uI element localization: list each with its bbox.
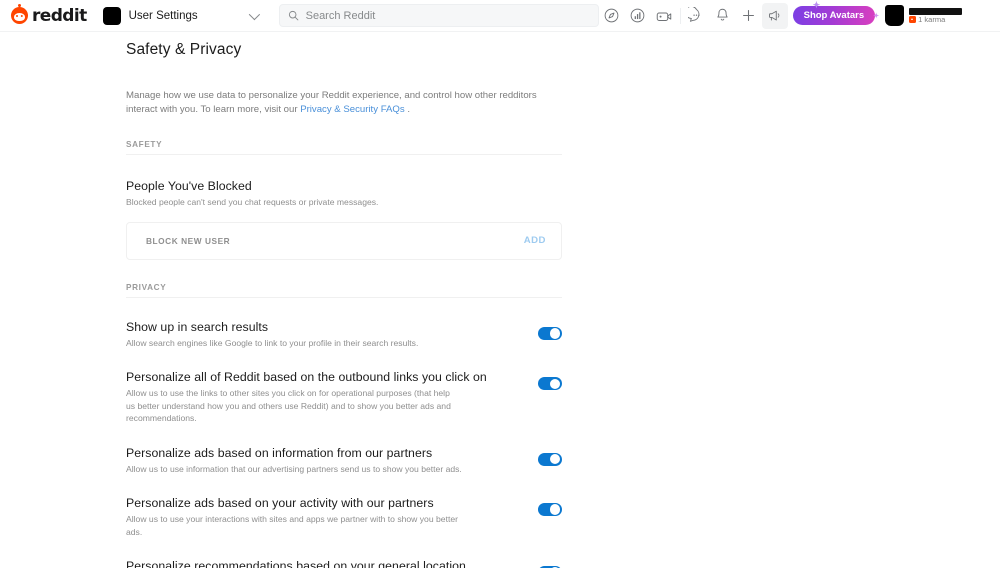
user-settings-selector[interactable]: User Settings: [102, 3, 263, 29]
header-icon-group: ✦ Shop Avatars ✦ 1 karma: [599, 1, 1000, 29]
avatar: [102, 6, 121, 25]
toggle-ads-partner-activity[interactable]: [538, 503, 562, 517]
setting-row-ads-partner-info: Personalize ads based on information fro…: [126, 446, 562, 475]
header-divider: [679, 7, 681, 24]
setting-subtitle: Allow us to use the links to other sites…: [126, 388, 451, 424]
user-meta: 1 karma: [909, 7, 963, 24]
setting-row-search-results: Show up in search results Allow search e…: [126, 320, 562, 349]
setting-texts: Personalize ads based on your activity w…: [126, 496, 538, 538]
chevron-down-icon: [248, 8, 260, 20]
setting-row-outbound-links: Personalize all of Reddit based on the o…: [126, 370, 562, 424]
privacy-security-faqs-link[interactable]: Privacy & Security FAQs: [300, 104, 405, 115]
setting-row-ads-partner-activity: Personalize ads based on your activity w…: [126, 496, 562, 538]
karma-badge-icon: [909, 16, 917, 23]
karma-count: 1 karma: [918, 14, 946, 24]
page-title: Safety & Privacy: [126, 41, 242, 58]
section-heading-safety: SAFETY: [126, 140, 562, 156]
setting-subtitle: Allow us to use information that our adv…: [126, 463, 462, 474]
page-description: Manage how we use data to personalize yo…: [126, 89, 562, 117]
setting-texts: Personalize ads based on information fro…: [126, 446, 538, 475]
setting-texts: Personalize all of Reddit based on the o…: [126, 370, 538, 424]
explore-compass-icon[interactable]: [599, 3, 625, 29]
reddit-snoo-icon: [11, 3, 28, 24]
page-description-suffix: .: [404, 104, 411, 116]
shop-avatars-button[interactable]: ✦ Shop Avatars ✦: [792, 1, 880, 25]
games-tv-icon[interactable]: [651, 3, 677, 29]
avatar: [885, 5, 905, 26]
setting-title: Show up in search results: [126, 319, 269, 334]
section-heading-privacy: PRIVACY: [126, 283, 562, 298]
people-youve-blocked-block: People You've Blocked Blocked people can…: [126, 179, 562, 260]
setting-texts: Show up in search results Allow search e…: [126, 320, 538, 349]
blocked-subtitle: Blocked people can't send you chat reque…: [126, 197, 379, 208]
search-icon: [288, 10, 298, 21]
popular-chart-icon[interactable]: [625, 3, 651, 29]
create-plus-icon[interactable]: [736, 3, 762, 29]
search-input[interactable]: Search Reddit: [278, 4, 599, 27]
toggle-outbound-links[interactable]: [538, 377, 562, 391]
reddit-wordmark: reddit: [32, 5, 87, 26]
settings-column: Safety & Privacy Manage how we use data …: [126, 41, 562, 568]
top-navigation-bar: reddit User Settings Search Reddit ✦ Sho…: [0, 0, 1000, 32]
setting-subtitle: Allow search engines like Google to link…: [126, 337, 419, 348]
user-settings-label: User Settings: [128, 9, 198, 22]
toggle-ads-partner-info[interactable]: [538, 452, 562, 466]
karma-row: 1 karma: [909, 14, 962, 24]
shop-avatars-label: Shop Avatars: [803, 10, 865, 21]
user-account-menu[interactable]: 1 karma: [883, 3, 1000, 29]
setting-title: Personalize recommendations based on you…: [126, 559, 466, 568]
reddit-home-logo[interactable]: reddit: [11, 3, 87, 26]
block-new-user-card[interactable]: BLOCK NEW USER ADD: [126, 221, 562, 260]
notification-bell-icon[interactable]: [710, 3, 736, 29]
setting-subtitle: Allow us to use your interactions with s…: [126, 514, 458, 537]
add-blocked-user-button[interactable]: ADD: [524, 235, 546, 246]
advertise-megaphone-icon[interactable]: [761, 2, 788, 29]
setting-title: Personalize all of Reddit based on the o…: [126, 370, 487, 385]
sparkle-icon: ✦: [873, 13, 880, 20]
search-placeholder: Search Reddit: [305, 9, 376, 22]
sparkle-icon: ✦: [812, 0, 821, 10]
setting-texts: Personalize recommendations based on you…: [126, 559, 538, 568]
settings-content: Safety & Privacy Manage how we use data …: [0, 32, 1000, 568]
toggle-search-results[interactable]: [538, 326, 562, 340]
setting-row-recs-location: Personalize recommendations based on you…: [126, 559, 562, 568]
chat-bubble-icon[interactable]: [684, 3, 710, 29]
block-new-user-label: BLOCK NEW USER: [146, 235, 231, 246]
setting-title: Personalize ads based on your activity w…: [126, 496, 434, 511]
blocked-title: People You've Blocked: [126, 179, 252, 194]
username-redacted: [909, 7, 963, 15]
setting-title: Personalize ads based on information fro…: [126, 445, 433, 460]
